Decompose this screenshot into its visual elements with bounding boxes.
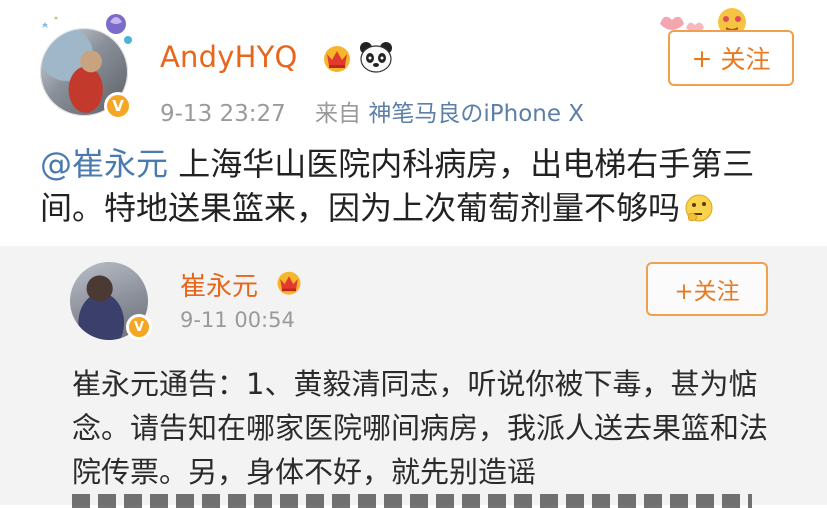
post-source-link[interactable]: 神笔马良のiPhone X [368, 101, 584, 127]
follow-button-label: 关注 [720, 45, 771, 74]
repost-follow-button[interactable]: +关注 [646, 262, 768, 316]
repost-body: 崔永元通告：1、黄毅清同志，听说你被下毒，甚为惦念。请告知在哪家医院哪间病房，我… [72, 367, 769, 489]
crown-icon [277, 271, 301, 295]
post-meta: 9-13 23:27 来自 神笔马良のiPhone X [160, 94, 584, 128]
crown-icon [324, 46, 350, 72]
post-time: 9-13 23:27 [160, 101, 286, 127]
verified-icon: V [104, 92, 132, 120]
author-username[interactable]: AndyHYQ [160, 40, 298, 74]
mention-link[interactable]: @崔永元 [40, 145, 168, 183]
post-body: @崔永元 上海华山医院内科病房，出电梯右手第三间。特地送果篮来，因为上次葡萄剂量… [40, 142, 800, 230]
truncated-text-line [72, 494, 752, 508]
follow-button[interactable]: + 关注 [668, 30, 794, 86]
panda-icon [360, 42, 392, 73]
plus-icon: + [691, 43, 713, 73]
source-prefix: 来自 [315, 101, 362, 127]
repost-time: 9-11 00:54 [180, 308, 295, 332]
repost-author-username[interactable]: 崔永元 [180, 266, 258, 303]
verified-icon: V [126, 314, 152, 340]
thinking-emoji-icon [685, 194, 713, 222]
follow-button-label: +关注 [674, 279, 740, 305]
